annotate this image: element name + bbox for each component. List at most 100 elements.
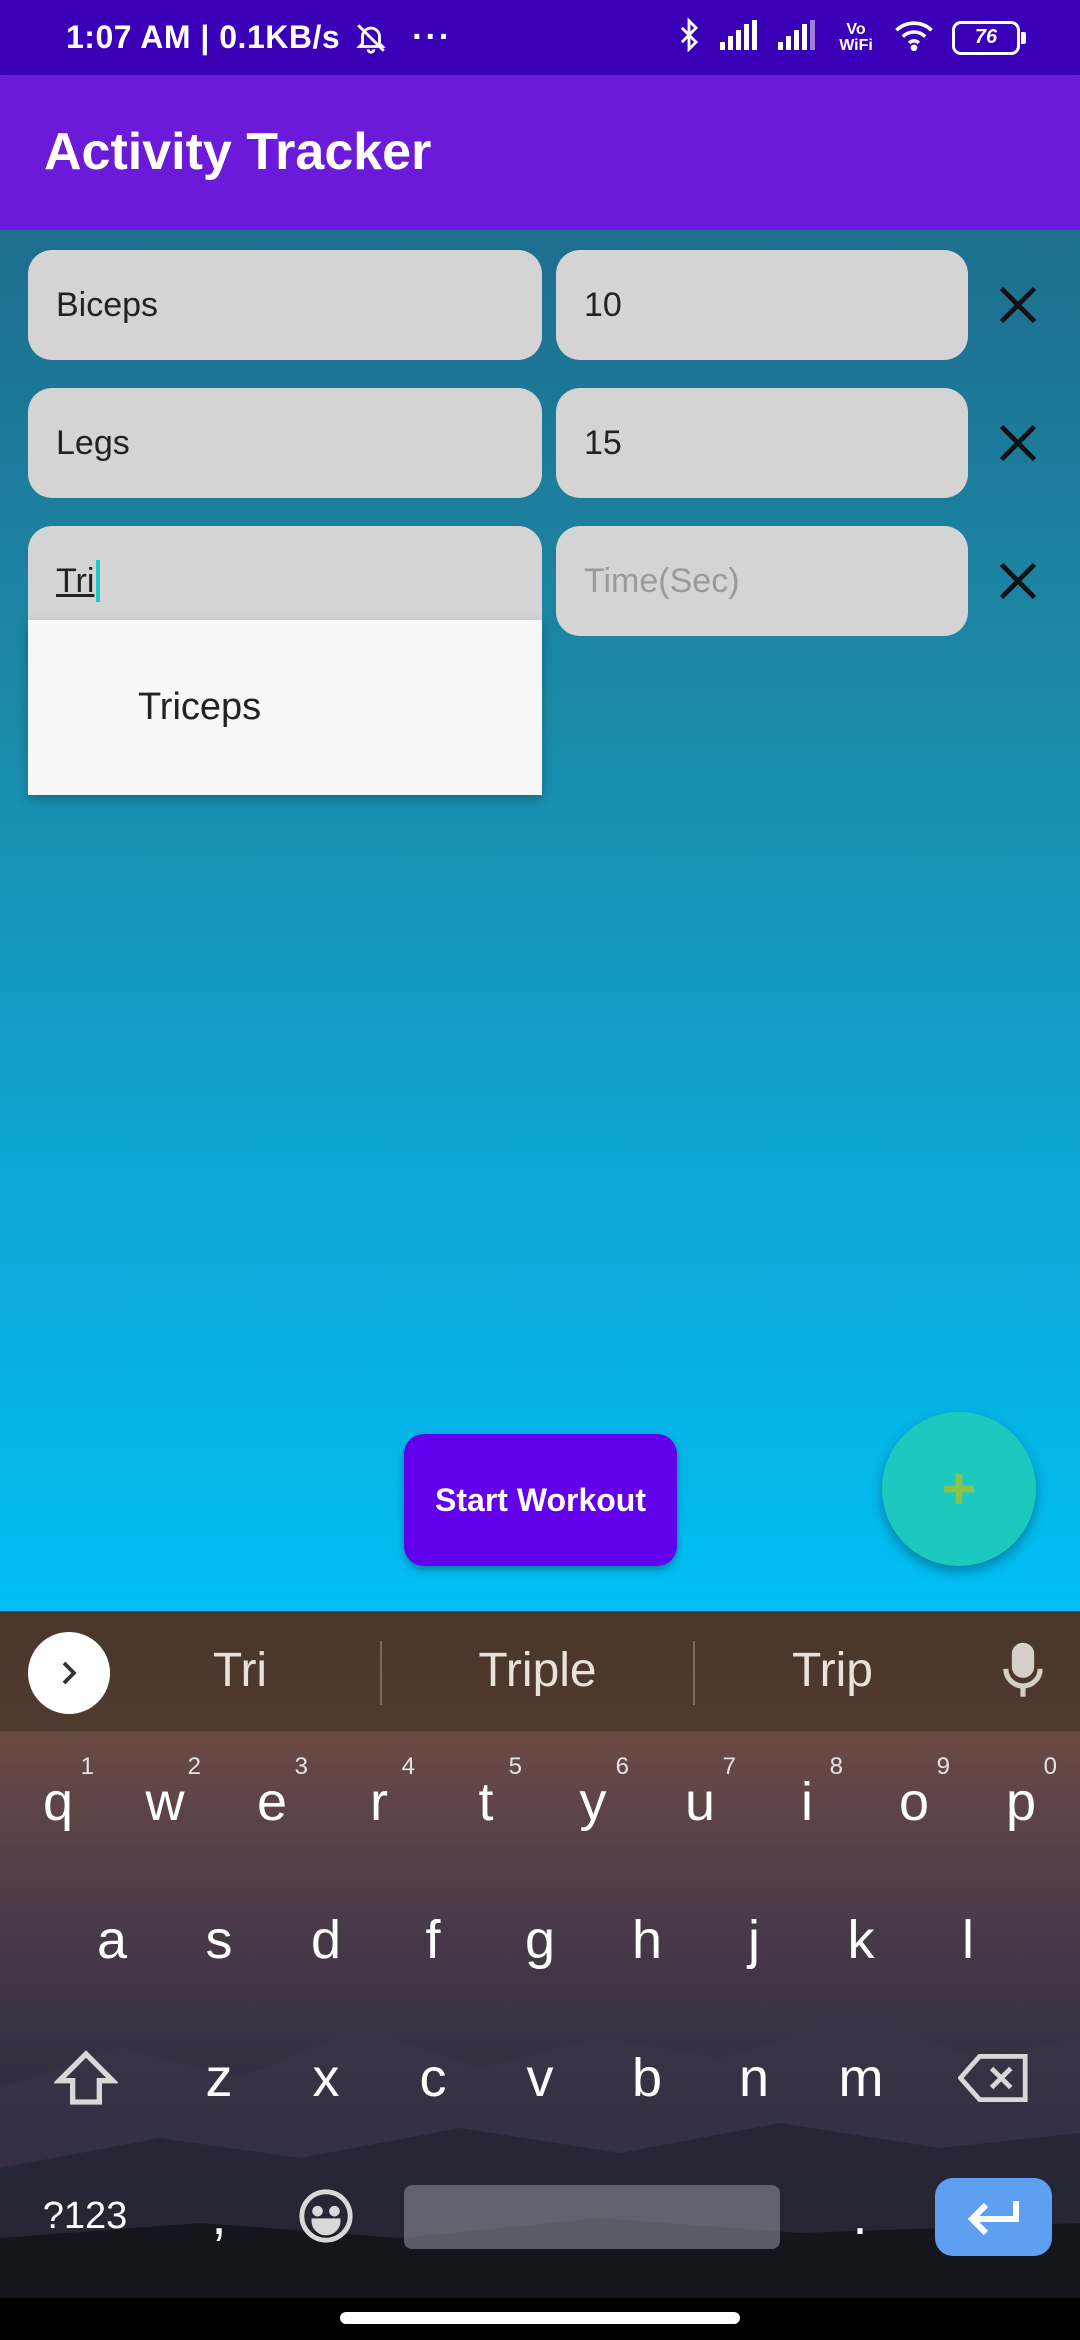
autocomplete-option[interactable]: Triceps bbox=[138, 620, 261, 795]
microphone-icon[interactable] bbox=[996, 1641, 1050, 1706]
symbols-key[interactable]: ?123 bbox=[30, 2161, 140, 2271]
key-t[interactable]: t5 bbox=[438, 1747, 534, 1857]
remove-row-button[interactable] bbox=[990, 388, 1046, 498]
status-time-speed: 1:07 AM | 0.1KB/s bbox=[66, 19, 341, 55]
space-key[interactable] bbox=[404, 2185, 780, 2249]
key-label: o bbox=[898, 1772, 930, 1832]
app-title: Activity Tracker bbox=[44, 123, 432, 181]
suggestion-1[interactable]: Tri bbox=[140, 1611, 340, 1731]
activity-row: Legs 15 bbox=[0, 388, 1080, 498]
key-label: q bbox=[42, 1772, 74, 1832]
close-icon bbox=[999, 562, 1037, 600]
key-y[interactable]: y6 bbox=[545, 1747, 641, 1857]
key-s[interactable]: s bbox=[171, 1885, 267, 1995]
enter-icon bbox=[967, 2201, 1019, 2236]
activity-name-value: Biceps bbox=[56, 285, 159, 324]
key-number-hint: 5 bbox=[508, 1753, 522, 1780]
plus-icon bbox=[944, 1474, 974, 1504]
key-g[interactable]: g bbox=[492, 1885, 588, 1995]
home-indicator[interactable] bbox=[340, 2312, 740, 2324]
key-q[interactable]: q1 bbox=[10, 1747, 106, 1857]
key-label: u bbox=[684, 1772, 716, 1832]
key-m[interactable]: m bbox=[813, 2023, 909, 2133]
shift-key[interactable] bbox=[38, 2023, 134, 2133]
key-label: i bbox=[801, 1772, 813, 1832]
key-label: y bbox=[579, 1772, 607, 1832]
key-number-hint: 8 bbox=[829, 1753, 843, 1780]
text-caret bbox=[96, 560, 101, 602]
activity-time-value: 15 bbox=[584, 423, 622, 462]
suggestion-divider bbox=[693, 1641, 695, 1705]
key-f[interactable]: f bbox=[385, 1885, 481, 1995]
activity-time-input[interactable]: 15 bbox=[556, 388, 968, 498]
bluetooth-icon bbox=[676, 17, 702, 57]
key-d[interactable]: d bbox=[278, 1885, 374, 1995]
key-number-hint: 4 bbox=[401, 1753, 415, 1780]
enter-key[interactable] bbox=[935, 2178, 1052, 2256]
key-p[interactable]: p0 bbox=[973, 1747, 1069, 1857]
emoji-key[interactable] bbox=[278, 2161, 374, 2271]
key-v[interactable]: v bbox=[492, 2023, 588, 2133]
key-label: r bbox=[370, 1772, 388, 1832]
key-label: p bbox=[1005, 1772, 1037, 1832]
app-bar: Activity Tracker bbox=[0, 75, 1080, 230]
remove-row-button[interactable] bbox=[990, 250, 1046, 360]
key-w[interactable]: w2 bbox=[117, 1747, 213, 1857]
chevron-right-icon bbox=[62, 1661, 77, 1685]
activity-row: Biceps 10 bbox=[0, 250, 1080, 360]
key-j[interactable]: j bbox=[706, 1885, 802, 1995]
key-number-hint: 2 bbox=[187, 1753, 201, 1780]
key-number-hint: 1 bbox=[80, 1753, 94, 1780]
suggestion-2[interactable]: Triple bbox=[420, 1611, 655, 1731]
more-dots: ··· bbox=[412, 18, 453, 56]
start-workout-button[interactable]: Start Workout bbox=[404, 1434, 677, 1566]
activity-name-typed: Tri bbox=[56, 561, 95, 600]
status-bar: 1:07 AM | 0.1KB/s ··· Vo WiFi 76 bbox=[0, 0, 1080, 75]
navigation-bar bbox=[0, 2298, 1080, 2340]
key-i[interactable]: i8 bbox=[759, 1747, 855, 1857]
key-number-hint: 0 bbox=[1043, 1753, 1057, 1780]
period-key[interactable]: . bbox=[812, 2161, 908, 2271]
key-r[interactable]: r4 bbox=[331, 1747, 427, 1857]
key-e[interactable]: e3 bbox=[224, 1747, 320, 1857]
expand-toolbar-button[interactable] bbox=[28, 1632, 110, 1714]
vowifi-label: Vo WiFi bbox=[839, 20, 873, 54]
remove-row-button[interactable] bbox=[990, 526, 1046, 636]
activity-time-placeholder: Time(Sec) bbox=[584, 561, 740, 600]
signal-icon-1 bbox=[720, 20, 760, 55]
key-h[interactable]: h bbox=[599, 1885, 695, 1995]
key-number-hint: 6 bbox=[615, 1753, 629, 1780]
comma-key[interactable]: , bbox=[171, 2161, 267, 2271]
activity-time-input[interactable]: Time(Sec) bbox=[556, 526, 968, 636]
battery-icon: 76 bbox=[952, 20, 1026, 55]
key-l[interactable]: l bbox=[920, 1885, 1016, 1995]
backspace-icon bbox=[958, 2054, 1028, 2102]
emoji-icon bbox=[299, 2189, 353, 2243]
key-u[interactable]: u7 bbox=[652, 1747, 748, 1857]
screen: 1:07 AM | 0.1KB/s ··· Vo WiFi 76 Activit… bbox=[0, 0, 1080, 2340]
suggestion-3[interactable]: Trip bbox=[730, 1611, 935, 1731]
key-b[interactable]: b bbox=[599, 2023, 695, 2133]
key-n[interactable]: n bbox=[706, 2023, 802, 2133]
key-k[interactable]: k bbox=[813, 1885, 909, 1995]
wifi-icon bbox=[894, 19, 934, 56]
key-o[interactable]: o9 bbox=[866, 1747, 962, 1857]
key-number-hint: 7 bbox=[722, 1753, 736, 1780]
key-c[interactable]: c bbox=[385, 2023, 481, 2133]
key-label: e bbox=[256, 1772, 288, 1832]
key-label: w bbox=[145, 1772, 185, 1832]
activity-name-input[interactable]: Legs bbox=[28, 388, 542, 498]
key-z[interactable]: z bbox=[171, 2023, 267, 2133]
backspace-key[interactable] bbox=[946, 2023, 1042, 2133]
add-activity-button[interactable] bbox=[882, 1412, 1036, 1566]
activity-time-value: 10 bbox=[584, 285, 622, 324]
key-number-hint: 9 bbox=[936, 1753, 950, 1780]
suggestion-divider bbox=[380, 1641, 382, 1705]
key-a[interactable]: a bbox=[64, 1885, 160, 1995]
key-x[interactable]: x bbox=[278, 2023, 374, 2133]
suggestion-bar: Tri Triple Trip bbox=[0, 1611, 1080, 1731]
activity-time-input[interactable]: 10 bbox=[556, 250, 968, 360]
signal-icon-2 bbox=[778, 20, 818, 55]
activity-name-input[interactable]: Biceps bbox=[28, 250, 542, 360]
key-label: t bbox=[478, 1772, 494, 1832]
